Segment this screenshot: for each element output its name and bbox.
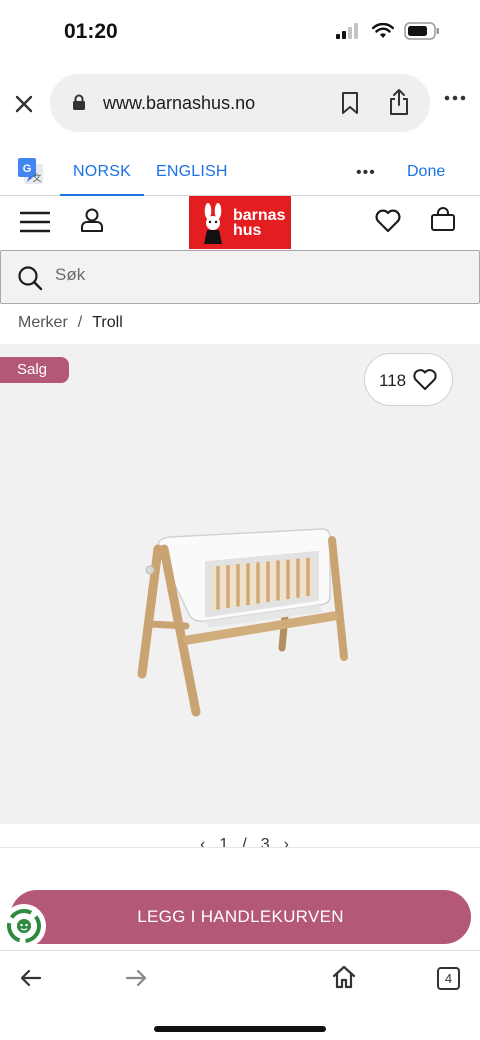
logo-line-1: barnas [233,206,286,224]
more-options-button[interactable] [444,94,466,102]
heart-icon [413,369,437,390]
logo-text: barnas hus [233,206,286,239]
pager-controls: ‹ 1 / 3 › [200,836,289,848]
wifi-icon [372,23,394,38]
breadcrumb-item-troll: Troll [92,314,123,331]
breadcrumb-separator: / [77,314,83,331]
tab-english[interactable]: ENGLISH [156,163,228,181]
logo-line-2: hus [233,221,262,239]
search-bar[interactable] [0,250,480,304]
search-icon [18,266,43,291]
eco-badge[interactable] [2,904,46,948]
breadcrumb: Merker / Troll [18,314,123,332]
menu-icon[interactable] [20,210,50,234]
svg-text:文: 文 [32,172,41,183]
address-bar[interactable]: www.barnashus.no [50,74,430,132]
bookmark-button[interactable] [340,91,360,115]
browser-toolbar: 4 [0,950,480,1040]
breadcrumb-item-merker[interactable]: Merker [18,314,68,332]
share-button[interactable] [388,88,410,116]
image-pager: ‹ 1 / 3 › [0,824,480,848]
translate-done-button[interactable]: Done [407,163,445,181]
pager-total: 3 [260,836,270,848]
sale-badge: Salg [0,357,69,383]
shopping-bag-icon[interactable] [430,207,456,233]
home-indicator [154,1026,326,1032]
product-image-crib [137,528,348,717]
home-icon[interactable] [332,965,356,989]
close-tab-button[interactable] [10,90,38,118]
battery-icon [404,22,439,40]
translate-more-button[interactable]: ••• [356,164,376,182]
pager-separator: / [242,836,247,848]
status-icons [336,22,440,40]
site-logo[interactable]: barnas hus [189,196,291,249]
lock-icon [73,94,85,110]
add-to-cart-button[interactable]: LEGG I HANDLEKURVEN [10,890,471,944]
back-arrow-icon[interactable] [20,969,42,987]
product-image-gallery[interactable]: Salg 118 [0,344,480,824]
url-text: www.barnashus.no [103,93,256,113]
tabs-count-button[interactable]: 4 [437,967,460,990]
signal-icon [336,23,358,39]
account-icon[interactable] [80,207,104,233]
pager-current: 1 [219,836,229,848]
status-time: 01:20 [64,20,118,43]
svg-text:G: G [23,163,32,175]
forward-arrow-icon[interactable] [125,969,147,987]
wishlist-heart-icon[interactable] [374,208,402,234]
pager-prev-icon[interactable]: ‹ [200,836,205,847]
rabbit-logo-icon [204,202,222,244]
google-translate-icon: G 文 [18,158,43,184]
product-wishlist-button[interactable]: 118 [364,353,453,406]
wishlist-count: 118 [379,371,407,390]
search-input[interactable] [55,265,435,285]
browser-url-row: www.barnashus.no [0,74,480,134]
tab-norsk[interactable]: NORSK [60,163,144,196]
pager-next-icon[interactable]: › [284,836,289,847]
site-header: barnas hus [0,196,480,250]
status-bar: 01:20 [0,0,480,66]
translate-bar: G 文 NORSK ENGLISH ••• Done [0,150,480,196]
recycle-badge-icon [7,909,41,943]
